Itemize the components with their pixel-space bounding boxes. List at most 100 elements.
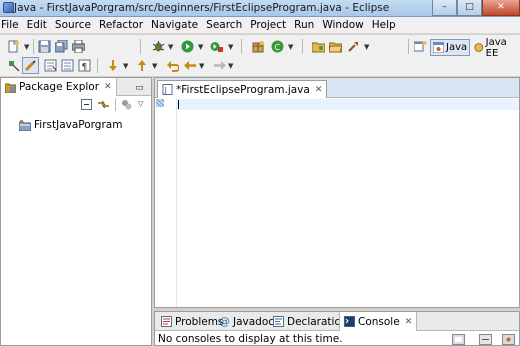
view-menu-dropdown-icon[interactable]: ▽ xyxy=(138,100,143,108)
next-annotation-icon[interactable] xyxy=(7,59,20,72)
bottom-panel-tabbar: Problems @ Javadoc Declaration Console ✕ xyxy=(155,312,519,331)
package-explorer-tabbar: Package Explor ✕ ▭ xyxy=(1,78,151,96)
toggle-mark-occurrences-button[interactable] xyxy=(22,57,39,74)
new-dropdown-icon[interactable]: ▼ xyxy=(24,43,29,51)
editor-tab-label: *FirstEclipseProgram.java xyxy=(176,83,310,96)
window-title: Java - FirstJavaPorgram/src/beginners/Fi… xyxy=(14,2,390,14)
search-dropdown-icon[interactable]: ▼ xyxy=(364,43,369,51)
toolbar-separator xyxy=(241,39,242,54)
open-type-icon[interactable] xyxy=(312,40,325,53)
java-file-icon: J xyxy=(162,84,173,95)
secondary-toolbar: ¶ ▼ ▼ ▼ ▼ xyxy=(0,56,520,76)
pin-console-icon[interactable] xyxy=(502,334,515,345)
menu-project[interactable]: Project xyxy=(246,19,290,31)
link-with-editor-icon[interactable] xyxy=(97,99,110,110)
save-icon[interactable] xyxy=(38,40,51,53)
toolbar-separator xyxy=(302,39,303,54)
open-folder-icon[interactable] xyxy=(329,40,342,53)
perspective-java-button[interactable]: Java xyxy=(430,39,471,56)
open-console-icon[interactable] xyxy=(479,334,492,345)
package-explorer-icon xyxy=(5,83,16,93)
menu-window[interactable]: Window xyxy=(318,19,367,31)
run-icon[interactable] xyxy=(181,40,194,53)
next-edit-location-icon[interactable] xyxy=(107,59,120,72)
new-class-dropdown-icon[interactable]: ▼ xyxy=(288,43,293,51)
package-explorer-tab-label: Package Explor xyxy=(19,81,100,93)
back-dropdown-icon[interactable]: ▼ xyxy=(199,62,204,70)
tab-editor-file[interactable]: J *FirstEclipseProgram.java ✕ xyxy=(157,80,328,98)
open-perspective-icon[interactable] xyxy=(414,40,427,53)
run-dropdown-icon[interactable]: ▼ xyxy=(198,43,203,51)
svg-text:C: C xyxy=(275,43,281,52)
close-icon: ✕ xyxy=(497,2,505,12)
close-button[interactable]: ✕ xyxy=(482,0,520,16)
show-whitespace-icon[interactable] xyxy=(61,59,74,72)
close-tab-icon[interactable]: ✕ xyxy=(104,82,112,92)
java-ee-perspective-icon xyxy=(474,43,484,52)
menu-file[interactable]: File xyxy=(0,19,23,31)
close-tab-icon[interactable]: ✕ xyxy=(315,85,323,95)
maximize-icon: □ xyxy=(465,2,474,12)
minimize-button[interactable]: – xyxy=(432,0,457,16)
editor-tabbar: J *FirstEclipseProgram.java ✕ xyxy=(155,78,519,98)
menu-refactor[interactable]: Refactor xyxy=(95,19,147,31)
package-explorer-toolbar: ▽ xyxy=(1,96,151,113)
save-all-icon[interactable] xyxy=(55,40,68,53)
console-message: No consoles to display at this time. xyxy=(158,333,343,345)
display-selected-console-icon[interactable] xyxy=(452,334,465,345)
debug-dropdown-icon[interactable]: ▼ xyxy=(168,43,173,51)
bottom-panel: Problems @ Javadoc Declaration Console ✕… xyxy=(154,311,520,346)
debug-icon[interactable] xyxy=(152,40,165,53)
java-perspective-icon xyxy=(433,42,444,53)
menu-bar: File Edit Source Refactor Navigate Searc… xyxy=(0,17,520,34)
view-menu-icon[interactable] xyxy=(121,99,132,110)
search-icon[interactable] xyxy=(347,40,360,53)
previous-edit-dropdown-icon[interactable]: ▼ xyxy=(152,62,157,70)
eclipse-app-icon[interactable] xyxy=(3,2,14,13)
toolbar-separator xyxy=(408,39,409,54)
new-java-package-icon[interactable] xyxy=(252,40,265,53)
minimize-icon: – xyxy=(442,2,447,12)
perspective-java-label: Java xyxy=(446,42,468,53)
next-edit-dropdown-icon[interactable]: ▼ xyxy=(123,62,128,70)
menu-help[interactable]: Help xyxy=(368,19,400,31)
svg-text:¶: ¶ xyxy=(82,63,88,73)
editor-ruler xyxy=(155,98,177,307)
forward-icon[interactable] xyxy=(213,59,226,72)
toolbar-separator xyxy=(33,39,34,54)
toolbar-separator xyxy=(115,98,116,111)
perspective-java-ee-button[interactable]: Java EE xyxy=(472,37,520,59)
external-tools-icon[interactable] xyxy=(210,40,223,53)
tree-item-project[interactable]: FirstJavaPorgram xyxy=(19,119,122,131)
title-bar[interactable]: Java - FirstJavaPorgram/src/beginners/Fi… xyxy=(0,0,520,17)
svg-text:J: J xyxy=(164,86,167,95)
view-minimize-icon[interactable]: ▭ xyxy=(135,83,144,93)
new-java-class-icon[interactable]: C xyxy=(271,40,284,53)
menu-source[interactable]: Source xyxy=(51,19,95,31)
external-tools-dropdown-icon[interactable]: ▼ xyxy=(228,43,233,51)
menu-search[interactable]: Search xyxy=(202,19,246,31)
menu-run[interactable]: Run xyxy=(290,19,318,31)
forward-dropdown-icon[interactable]: ▼ xyxy=(228,62,233,70)
new-icon[interactable] xyxy=(7,40,20,53)
maximize-button[interactable]: □ xyxy=(457,0,482,16)
toggle-block-selection-icon[interactable] xyxy=(44,59,57,72)
last-edit-location-icon[interactable] xyxy=(166,59,179,72)
editor-text-area[interactable] xyxy=(178,100,519,307)
editor-area: J *FirstEclipseProgram.java ✕ xyxy=(154,77,520,308)
collapse-all-icon[interactable] xyxy=(81,99,92,110)
tab-console[interactable]: Console ✕ xyxy=(339,312,418,331)
toolbar-separator xyxy=(140,39,141,54)
print-icon[interactable] xyxy=(72,40,85,53)
back-icon[interactable] xyxy=(184,59,197,72)
javadoc-icon: @ xyxy=(219,315,230,328)
toolbar-separator xyxy=(97,58,98,73)
close-tab-icon[interactable]: ✕ xyxy=(405,317,413,327)
menu-edit[interactable]: Edit xyxy=(23,19,51,31)
menu-navigate[interactable]: Navigate xyxy=(147,19,202,31)
tab-package-explorer[interactable]: Package Explor ✕ xyxy=(1,78,117,96)
tree-item-label: FirstJavaPorgram xyxy=(34,119,123,131)
show-pilcrow-icon[interactable]: ¶ xyxy=(78,59,91,72)
previous-edit-location-icon[interactable] xyxy=(136,59,149,72)
mark-occurrences-icon xyxy=(24,60,36,72)
